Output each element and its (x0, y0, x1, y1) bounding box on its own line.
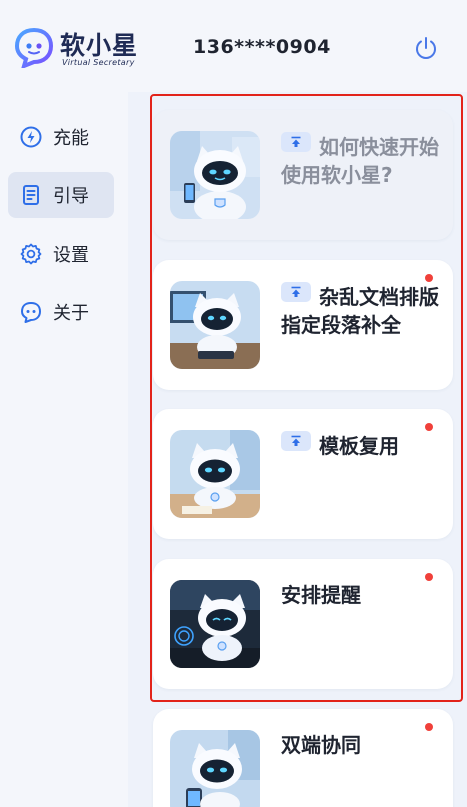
sidebar: 充能 引导 设置 关于 (0, 92, 128, 807)
guide-card[interactable]: 安排提醒 (153, 559, 453, 689)
guide-card[interactable]: 双端协同 (153, 709, 453, 807)
guide-card-title: 模板复用 (281, 431, 441, 460)
sidebar-item-label: 关于 (53, 303, 89, 324)
guide-card[interactable]: 模板复用 (153, 409, 453, 539)
unread-dot (425, 723, 433, 731)
document-icon (19, 183, 43, 207)
robot-logo-icon (14, 27, 54, 68)
app-logo-subtitle: Virtual Secretary (62, 58, 135, 67)
robot-illustration (170, 430, 260, 518)
guide-list: 如何快速开始使用软小星? 杂乱文档排版指定段落补全 模板复用 安排提醒 双端协同 (128, 92, 467, 807)
unread-dot (425, 423, 433, 431)
sidebar-item-label: 设置 (53, 245, 89, 266)
pin-icon (281, 431, 311, 451)
lightning-icon (19, 125, 43, 149)
pin-icon (281, 132, 311, 152)
sidebar-item-label: 充能 (53, 128, 89, 149)
sidebar-item-charge[interactable]: 充能 (8, 114, 114, 160)
guide-card[interactable]: 杂乱文档排版指定段落补全 (153, 260, 453, 390)
robot-icon (19, 300, 43, 324)
guide-card-title: 如何快速开始使用软小星? (281, 132, 441, 189)
guide-card-title: 双端协同 (281, 733, 361, 757)
sidebar-item-guide[interactable]: 引导 (8, 172, 114, 218)
guide-card[interactable]: 如何快速开始使用软小星? (153, 110, 453, 240)
user-phone: 136****0904 (193, 36, 331, 58)
app-header: 软小星 Virtual Secretary 136****0904 (0, 0, 467, 92)
power-icon[interactable] (412, 34, 440, 62)
sidebar-item-settings[interactable]: 设置 (8, 231, 114, 277)
sidebar-item-about[interactable]: 关于 (8, 289, 114, 335)
guide-card-title: 杂乱文档排版指定段落补全 (281, 282, 441, 339)
robot-illustration (170, 281, 260, 369)
pin-icon (281, 282, 311, 302)
unread-dot (425, 274, 433, 282)
robot-illustration (170, 580, 260, 668)
app-logo-text: 软小星 (60, 31, 139, 60)
unread-dot (425, 573, 433, 581)
guide-card-title: 安排提醒 (281, 583, 361, 607)
sidebar-item-label: 引导 (53, 186, 89, 207)
robot-illustration (170, 730, 260, 807)
robot-illustration (170, 131, 260, 219)
gear-icon (19, 242, 43, 266)
